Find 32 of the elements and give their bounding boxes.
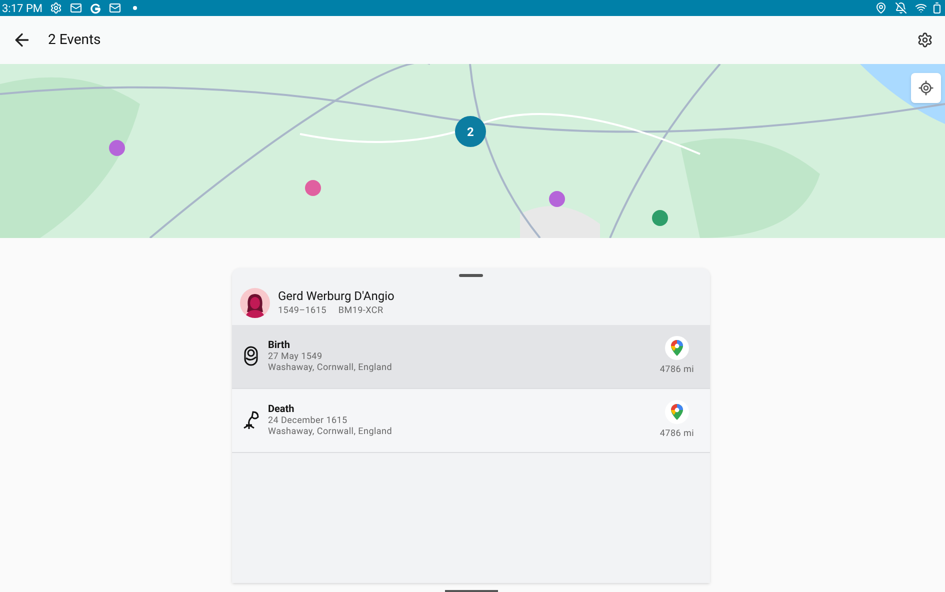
bell-off-icon [895, 2, 907, 14]
google-icon [90, 2, 102, 14]
event-distance: 4786 mi [660, 364, 694, 378]
event-title: Birth [268, 338, 291, 352]
drag-handle[interactable] [459, 274, 483, 277]
settings-icon[interactable] [917, 32, 933, 48]
settings-icon [50, 2, 62, 14]
flower-icon [242, 410, 260, 430]
avatar-icon [240, 288, 270, 318]
crosshair-icon[interactable] [918, 80, 934, 96]
maps-pin-icon[interactable] [664, 400, 689, 424]
mail-icon [70, 2, 82, 14]
app-bar-title: 2 Events [48, 30, 101, 50]
mail-icon [109, 2, 122, 14]
event-row[interactable]: Death 24 December 1615 Washaway, Cornwall, England 4786 mi [232, 388, 710, 452]
my-location-button[interactable] [911, 73, 941, 103]
location-icon [875, 2, 887, 14]
status-time: 3:17 PM [2, 2, 42, 14]
bottom-handle[interactable] [445, 590, 498, 592]
event-date: 27 May 1549 [268, 352, 324, 362]
person-name: Gerd Werburg D'Angio [278, 288, 394, 305]
event-date: 24 December 1615 [268, 416, 348, 426]
event-distance: 4786 mi [660, 428, 694, 442]
maps-pin-icon[interactable] [664, 336, 689, 360]
person-id: BM19-XCR [338, 305, 384, 318]
event-row[interactable]: Birth 27 May 1549 Washaway, Cornwall, England 4786 mi [232, 324, 710, 388]
person-lifespan: 1549–1615 [278, 305, 326, 318]
baby-icon [243, 346, 259, 366]
event-place: Washaway, Cornwall, England [268, 362, 394, 374]
event-title: Death [268, 402, 296, 416]
event-place: Washaway, Cornwall, England [268, 426, 394, 438]
battery-icon [931, 2, 943, 14]
